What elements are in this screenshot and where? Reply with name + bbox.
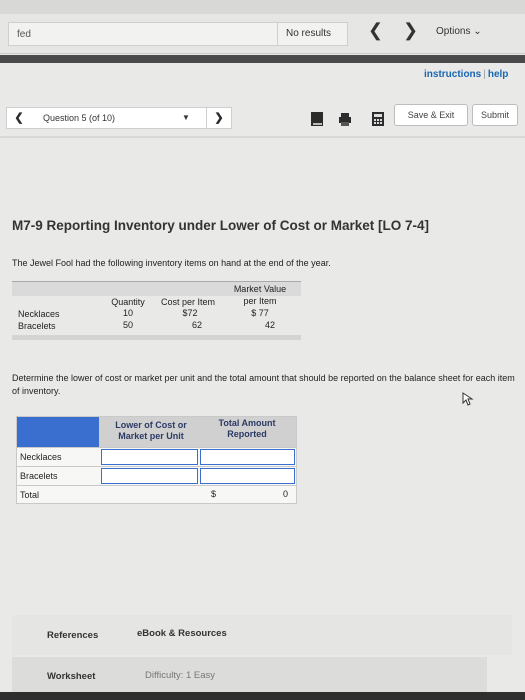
- difficulty-label: Difficulty: 1 Easy: [145, 670, 216, 681]
- instructions-link[interactable]: instructions: [424, 69, 481, 80]
- market-value-header-line2: per Item: [243, 296, 277, 306]
- save-exit-button[interactable]: Save & Exit: [394, 104, 468, 126]
- total-label: Total: [20, 490, 40, 500]
- total-amount-header: Total Amount Reported: [199, 418, 295, 440]
- question-title: M7-9 Reporting Inventory under Lower of …: [12, 218, 430, 233]
- inventory-table-footer: [12, 335, 301, 340]
- inventory-row-cost: $72: [182, 308, 198, 318]
- lcm-header-line2: Market per Unit: [118, 431, 184, 441]
- answer-row-label: Necklaces: [20, 452, 62, 462]
- references-tab[interactable]: References: [47, 630, 98, 641]
- browser-top-strip: [0, 0, 525, 14]
- necklaces-total-input[interactable]: [200, 449, 295, 465]
- inventory-row-item: Necklaces: [18, 309, 60, 319]
- market-value-header: Market Value: [233, 284, 287, 294]
- inventory-row-market: 42: [264, 320, 275, 330]
- total-currency: $: [211, 489, 217, 499]
- answer-row-total: Total $ 0: [17, 485, 296, 504]
- question-selector[interactable]: ❮ Question 5 (of 10) ▼: [6, 107, 216, 129]
- total-header-line1: Total Amount: [218, 418, 276, 428]
- dropdown-triangle-icon[interactable]: ▼: [182, 113, 190, 122]
- bracelets-total-input[interactable]: [200, 468, 295, 484]
- inventory-row-market: $ 77: [251, 308, 269, 318]
- inventory-row-cost: 62: [191, 320, 202, 330]
- total-header-line2: Reported: [227, 429, 267, 439]
- next-question-icon[interactable]: ❯: [206, 107, 232, 129]
- print-icon[interactable]: [338, 111, 352, 127]
- find-options-label: Options: [436, 26, 471, 37]
- inventory-row-quantity: 50: [122, 320, 133, 330]
- link-separator: |: [483, 69, 486, 80]
- worksheet-tab[interactable]: Worksheet: [47, 671, 95, 682]
- quantity-header: Quantity: [111, 297, 145, 307]
- cost-per-item-header: Cost per Item: [160, 297, 216, 307]
- submit-button[interactable]: Submit: [472, 104, 518, 126]
- question-label: Question 5 (of 10): [43, 113, 116, 123]
- find-previous-icon[interactable]: ❮: [368, 20, 383, 40]
- mouse-cursor-icon: [462, 392, 474, 406]
- inventory-row-item: Bracelets: [18, 321, 56, 331]
- header-divider: [0, 136, 525, 138]
- ebook-resources-tab[interactable]: eBook & Resources: [137, 628, 227, 639]
- find-options-button[interactable]: Options ⌄: [436, 26, 482, 37]
- question-intro: The Jewel Fool had the following invento…: [12, 258, 331, 268]
- inventory-row-quantity: 10: [122, 308, 133, 318]
- total-value: 0: [283, 489, 289, 499]
- bracelets-lcm-input[interactable]: [101, 468, 198, 484]
- lcm-header-line1: Lower of Cost or: [115, 420, 187, 430]
- previous-question-icon[interactable]: ❮: [7, 108, 31, 128]
- help-link[interactable]: help: [488, 69, 509, 80]
- find-input[interactable]: fed: [8, 22, 278, 46]
- find-next-icon[interactable]: ❯: [403, 20, 418, 40]
- screen-bottom-edge: [0, 692, 525, 700]
- inventory-table: Market Value per Item Quantity Cost per …: [12, 281, 301, 340]
- answer-table-header-highlight: [17, 417, 99, 447]
- find-results-label: No results: [278, 22, 348, 46]
- book-icon[interactable]: [310, 111, 324, 127]
- header-links: instructions | help: [424, 69, 508, 80]
- answer-table: Lower of Cost or Market per Unit Total A…: [16, 416, 297, 504]
- answer-row-necklaces: Necklaces: [17, 447, 296, 466]
- toolbar-divider: [0, 55, 525, 63]
- chevron-down-icon: ⌄: [473, 26, 482, 37]
- lcm-per-unit-header: Lower of Cost or Market per Unit: [103, 420, 199, 442]
- necklaces-lcm-input[interactable]: [101, 449, 198, 465]
- question-instruction: Determine the lower of cost or market pe…: [12, 373, 515, 396]
- answer-row-label: Bracelets: [20, 471, 58, 481]
- answer-row-bracelets: Bracelets: [17, 466, 296, 485]
- calculator-icon[interactable]: [371, 111, 385, 127]
